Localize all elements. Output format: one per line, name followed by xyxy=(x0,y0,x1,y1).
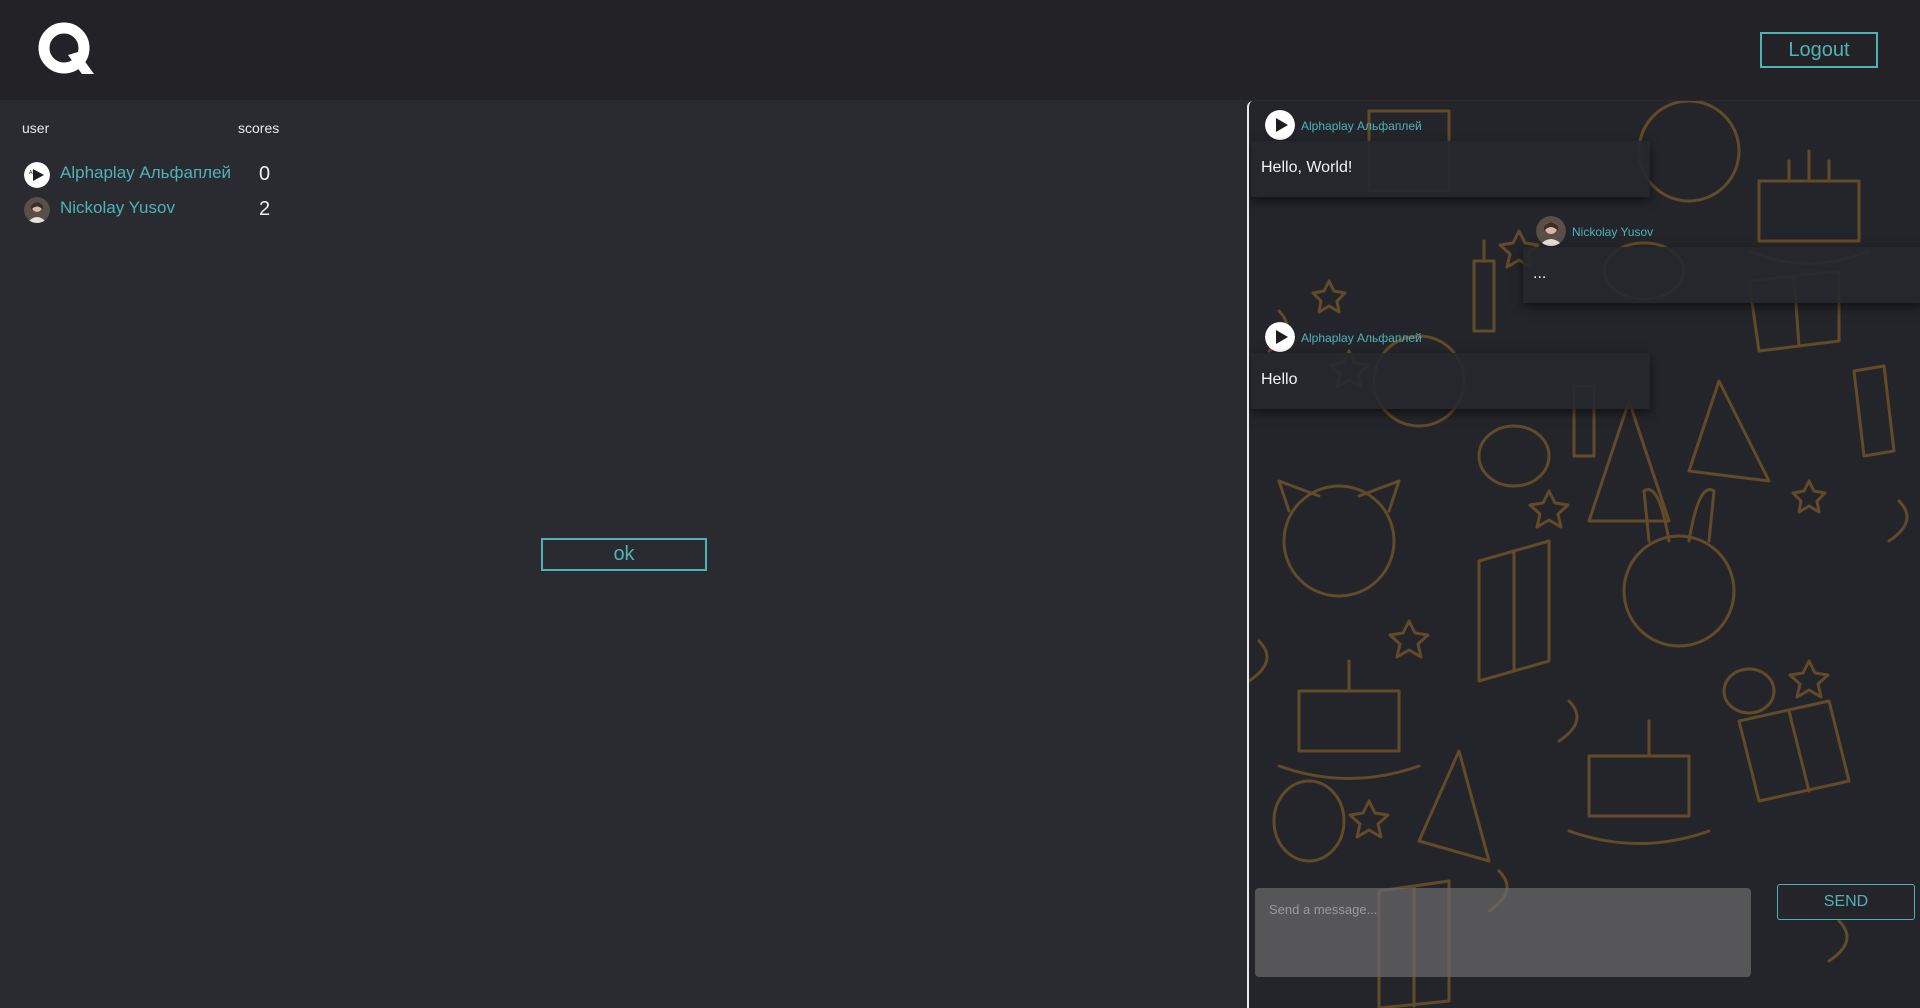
q-logo-icon[interactable] xyxy=(38,22,96,80)
user-photo-avatar xyxy=(1536,216,1566,246)
score-row: AL Alphaplay Альфаплей 0 xyxy=(24,160,294,188)
scores-column-header: scores xyxy=(238,120,280,136)
message-text: Hello xyxy=(1261,371,1298,388)
chat-panel: Alphaplay Альфаплей Hello, World! Nickol… xyxy=(1247,101,1920,1008)
send-button[interactable]: SEND xyxy=(1777,884,1915,920)
message-bubble: ... xyxy=(1523,247,1920,303)
svg-text:AL: AL xyxy=(29,170,35,176)
message-author[interactable]: Alphaplay Альфаплей xyxy=(1301,331,1422,345)
alphaplay-avatar xyxy=(1265,322,1295,352)
logout-button[interactable]: Logout xyxy=(1760,32,1878,68)
message-bubble: Hello, World! xyxy=(1251,141,1650,197)
score-row: Nickolay Yusov 2 xyxy=(24,195,294,223)
message-bubble: Hello xyxy=(1251,353,1650,409)
top-header: Logout xyxy=(0,0,1920,100)
game-area: user scores AL Alphaplay Альфаплей 0 Nic… xyxy=(0,100,1248,1008)
message-author[interactable]: Nickolay Yusov xyxy=(1572,225,1653,239)
user-photo-avatar xyxy=(24,197,50,223)
score-user-name[interactable]: Alphaplay Альфаплей xyxy=(60,163,231,183)
score-value: 2 xyxy=(259,198,271,220)
message-text: Hello, World! xyxy=(1261,159,1353,176)
message-author-row: Alphaplay Альфаплей xyxy=(1265,322,1565,354)
message-author[interactable]: Alphaplay Альфаплей xyxy=(1301,119,1422,133)
message-input[interactable] xyxy=(1255,888,1751,977)
alphaplay-avatar xyxy=(1265,110,1295,140)
ok-button[interactable]: ok xyxy=(541,538,707,571)
message-author-row: Nickolay Yusov xyxy=(1536,216,1736,248)
score-user-name[interactable]: Nickolay Yusov xyxy=(60,198,175,218)
message-text: ... xyxy=(1533,265,1547,282)
score-value: 0 xyxy=(259,163,271,185)
user-column-header: user xyxy=(22,120,50,136)
alphaplay-avatar: AL xyxy=(24,162,50,188)
message-author-row: Alphaplay Альфаплей xyxy=(1265,110,1565,142)
